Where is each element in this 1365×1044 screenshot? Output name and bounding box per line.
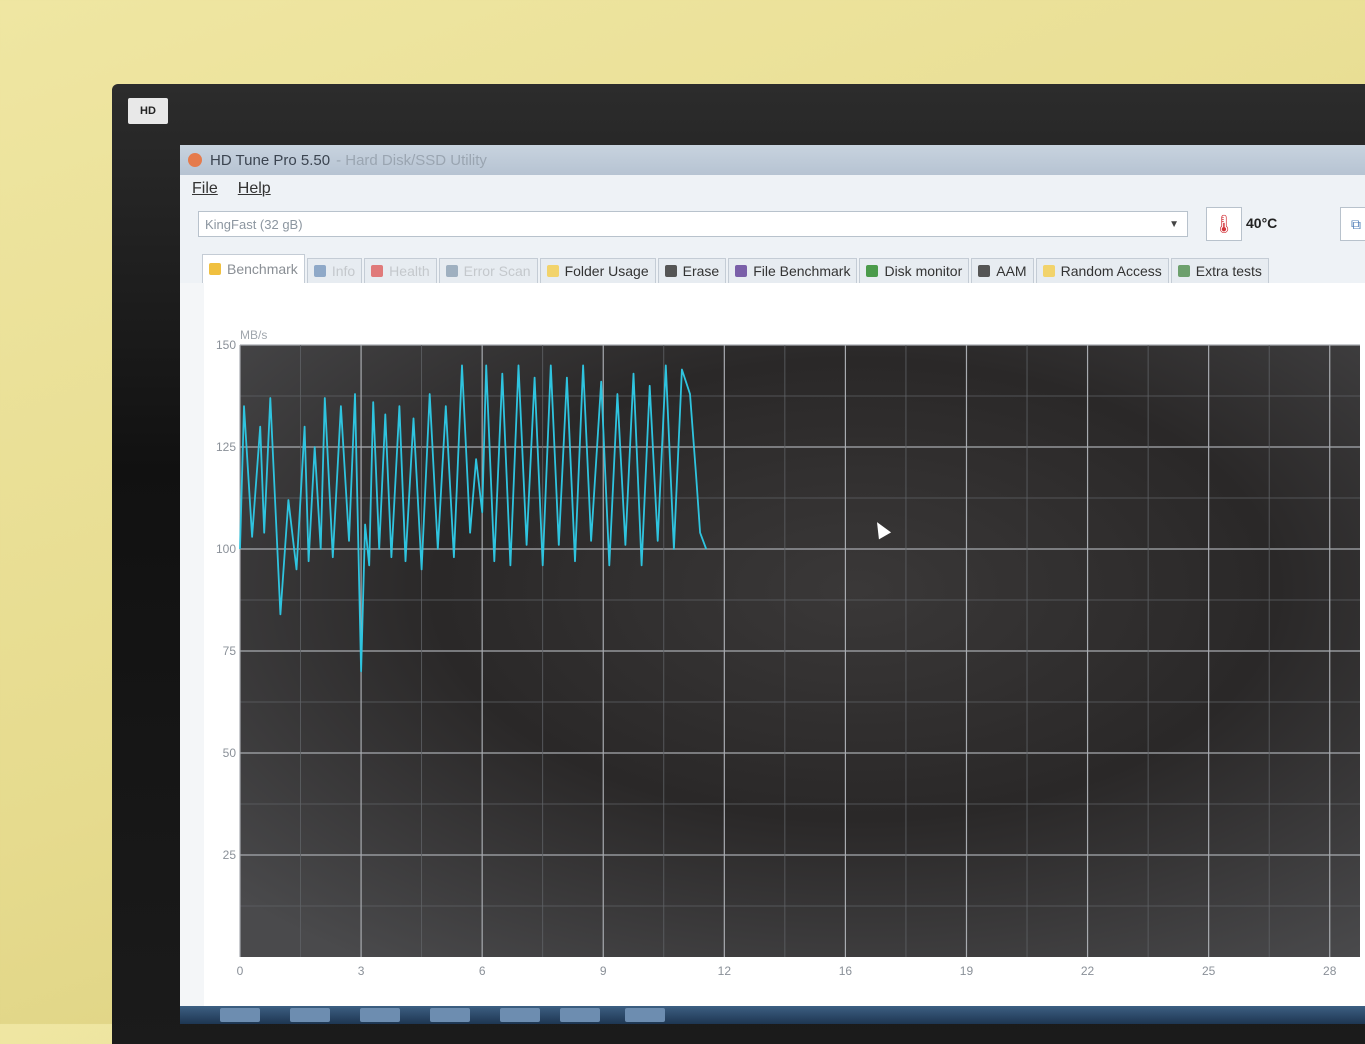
tab-disk-monitor[interactable]: Disk monitor (859, 258, 970, 283)
tab-label: Error Scan (463, 263, 531, 279)
speaker-icon (978, 265, 991, 277)
tests-icon (1177, 265, 1190, 277)
x-tick-label: 9 (600, 964, 607, 978)
tab-label: Health (389, 263, 430, 279)
tab-erase[interactable]: Erase (657, 258, 727, 283)
taskbar-app[interactable] (290, 1008, 330, 1022)
trash-icon (664, 265, 677, 277)
tab-benchmark[interactable]: Benchmark (202, 254, 305, 283)
benchmark-chart: 25 50 75 100 125 150 0 3 6 9 12 16 19 22 25 28 MB/s (216, 328, 1360, 978)
x-tick-label: 6 (479, 964, 486, 978)
benchmark-panel: 25 50 75 100 125 150 0 3 6 9 12 16 19 22 25 28 MB/s (204, 283, 1365, 1023)
monitor-icon (866, 265, 879, 277)
bulb-icon (209, 263, 221, 275)
y-tick-label: 25 (223, 848, 237, 862)
x-tick-label: 22 (1081, 964, 1095, 978)
taskbar-start-button[interactable] (220, 1008, 260, 1022)
y-tick-label: 50 (223, 746, 237, 760)
tab-label: Info (331, 263, 356, 279)
y-tick-label: 150 (216, 338, 236, 352)
monitor-logo: HD (128, 98, 168, 124)
y-tick-label: 100 (216, 542, 236, 556)
title-bar: HD Tune Pro 5.50 - Hard Disk/SSD Utility (180, 145, 1365, 175)
thermometer-icon: 🌡 (1206, 207, 1242, 241)
tab-label: Disk monitor (884, 263, 963, 279)
tab-info[interactable]: Info (306, 258, 363, 283)
tab-extra-tests[interactable]: Extra tests (1170, 258, 1269, 283)
tab-label: Folder Usage (564, 263, 649, 279)
x-tick-label: 16 (839, 964, 853, 978)
toolbar: KingFast (32 gB) ▼ 🌡 40°C ⧉ (180, 203, 1365, 253)
tab-label: File Benchmark (753, 263, 851, 279)
tab-bar: Benchmark Info Health Error Scan Folder Usag… (180, 253, 1365, 283)
chevron-down-icon[interactable]: ▼ (1169, 212, 1179, 238)
tab-health[interactable]: Health (364, 258, 437, 283)
y-tick-label: 75 (223, 644, 237, 658)
random-icon (1042, 265, 1055, 277)
taskbar-app[interactable] (625, 1008, 665, 1022)
health-icon (371, 265, 384, 277)
tab-label: Random Access (1060, 263, 1162, 279)
folder-icon (546, 265, 559, 277)
tab-file-benchmark[interactable]: File Benchmark (728, 258, 858, 283)
scan-icon (445, 265, 458, 277)
window-subtitle: - Hard Disk/SSD Utility (336, 151, 487, 169)
tab-label: Benchmark (227, 261, 298, 277)
tab-folder-usage[interactable]: Folder Usage (539, 258, 656, 283)
file-icon (735, 265, 748, 277)
menu-bar: File Help (180, 175, 1365, 203)
taskbar-app-active[interactable] (560, 1008, 600, 1022)
tab-label: Erase (682, 263, 720, 279)
tab-random-access[interactable]: Random Access (1035, 258, 1169, 283)
app-icon (188, 153, 202, 167)
x-tick-label: 19 (960, 964, 974, 978)
taskbar-app[interactable] (360, 1008, 400, 1022)
x-tick-label: 0 (237, 964, 244, 978)
menu-help[interactable]: Help (238, 180, 271, 198)
y-axis-label: MB/s (240, 328, 267, 342)
x-tick-label: 28 (1323, 964, 1337, 978)
screen: HD Tune Pro 5.50 - Hard Disk/SSD Utility… (180, 145, 1365, 1024)
drive-select[interactable]: KingFast (32 gB) ▼ (198, 211, 1188, 237)
copy-icon[interactable]: ⧉ (1340, 207, 1365, 241)
menu-file[interactable]: File (192, 180, 218, 198)
tab-label: AAM (996, 263, 1027, 279)
temperature-value: 40°C (1246, 215, 1278, 231)
window-title: HD Tune Pro 5.50 (210, 151, 331, 169)
tab-error-scan[interactable]: Error Scan (438, 258, 538, 283)
x-tick-label: 12 (718, 964, 732, 978)
taskbar-app[interactable] (430, 1008, 470, 1022)
y-tick-label: 125 (216, 440, 236, 454)
taskbar (180, 1006, 1365, 1024)
x-tick-label: 25 (1202, 964, 1216, 978)
tab-aam[interactable]: AAM (971, 258, 1034, 283)
info-icon (313, 265, 326, 277)
tab-label: Extra tests (1195, 263, 1262, 279)
drive-select-value: KingFast (32 gB) (205, 217, 303, 232)
x-tick-label: 3 (358, 964, 365, 978)
taskbar-app[interactable] (500, 1008, 540, 1022)
